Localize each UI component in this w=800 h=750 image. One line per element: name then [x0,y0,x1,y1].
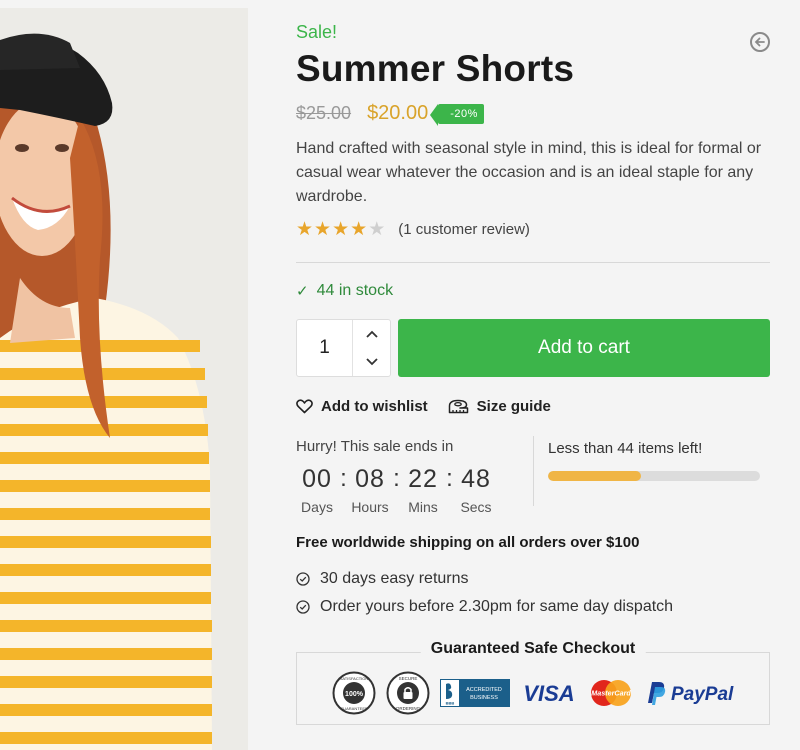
check-circle-icon [296,600,310,614]
secure-ordering-badge: SECURE ORDERING [386,671,430,715]
size-guide-label: Size guide [476,398,551,415]
perk-returns-text: 30 days easy returns [320,570,469,587]
star-filled-icon: ★ [314,219,332,240]
countdown-days-caption: Days [301,499,333,515]
payment-badges: 100% SATISFACTION GUARANTEED SECURE ORDE… [332,671,744,715]
price-row: $25.00 $20.00 -20% [296,102,484,126]
countdown-separator: : [393,465,400,492]
product-image[interactable] [0,8,248,750]
paypal-logo: PayPal [648,682,734,705]
secure-bottom-text: ORDERING [396,706,421,711]
star-empty-icon: ★ [368,219,386,240]
countdown-mins: 22 Mins [402,465,444,515]
safe-checkout-title: Guaranteed Safe Checkout [420,640,646,658]
countdown-hours-value: 08 [355,465,385,493]
star-filled-icon: ★ [296,219,314,240]
wishlist-button[interactable]: Add to wishlist [296,398,428,415]
chevron-up-icon [366,330,378,338]
star-filled-icon: ★ [332,219,350,240]
bbb-line2-text: BUSINESS [470,695,498,701]
check-circle-icon [296,572,310,586]
countdown-separator: : [340,465,347,492]
vertical-divider [533,436,534,506]
bbb-accredited-badge: BBB ACCREDITED BUSINESS [440,679,510,707]
countdown-secs-value: 48 [461,465,491,493]
original-price: $25.00 [296,103,352,123]
stock-meter-fill [548,471,642,481]
stock-status: ✓ 44 in stock [296,282,393,300]
satisfaction-bottom-text: GUARANTEED [340,706,368,711]
countdown-hours: 08 Hours [349,465,391,515]
stock-text: 44 in stock [316,282,394,299]
stock-meter-track [548,471,760,481]
countdown-mins-caption: Mins [408,499,438,515]
satisfaction-top-text: SATISFACTION [340,676,369,681]
stock-meter: Less than 44 items left! [548,440,760,481]
quantity-increase-button[interactable] [353,320,391,348]
stock-meter-label: Less than 44 items left! [548,440,703,457]
mastercard-text: MasterCard [591,689,631,698]
check-icon: ✓ [296,283,309,300]
heart-icon [296,399,313,414]
mastercard-logo: MasterCard [591,680,631,706]
visa-logo: VISA [523,681,574,706]
countdown-secs-caption: Secs [460,499,492,515]
bbb-mark-text: BBB [446,701,455,706]
back-button[interactable] [750,32,770,52]
discount-badge: -20% [430,103,484,126]
sale-price: $20.00 [367,102,429,124]
sale-countdown: Hurry! This sale ends in 00 Days : 08 Ho… [296,438,534,515]
size-guide-button[interactable]: Size guide [448,398,551,415]
countdown-secs: 48 Secs [455,465,497,515]
countdown-separator: : [446,465,453,492]
countdown-hours-caption: Hours [351,499,389,515]
star-rating: ★★★★★ [296,220,386,239]
arrow-left-icon [754,37,765,47]
countdown-mins-value: 22 [408,465,438,493]
star-filled-icon: ★ [350,219,368,240]
satisfaction-center-text: 100% [345,691,364,698]
quantity-arrows [352,320,390,376]
secure-top-text: SECURE [399,676,418,681]
review-link[interactable]: (1 customer review) [398,221,530,238]
rating-row: ★★★★★ (1 customer review) [296,220,530,239]
shipping-title: Free worldwide shipping on all orders ov… [296,534,640,551]
perk-dispatch: Order yours before 2.30pm for same day d… [296,598,673,616]
sale-label: Sale! [296,22,338,42]
wishlist-label: Add to wishlist [321,398,428,415]
add-to-cart-button[interactable]: Add to cart [398,319,770,377]
chevron-down-icon [366,358,378,366]
paypal-text: PayPal [671,684,734,705]
quantity-stepper [296,319,391,377]
satisfaction-guaranteed-badge: 100% SATISFACTION GUARANTEED [332,671,376,715]
product-description: Hand crafted with seasonal style in mind… [296,140,762,205]
safe-checkout: Guaranteed Safe Checkout 100% SATISFACTI… [296,640,770,725]
countdown-days-value: 00 [302,465,332,493]
quantity-input[interactable] [297,320,352,376]
countdown-label: Hurry! This sale ends in [296,438,454,455]
countdown-timer: 00 Days : 08 Hours : 22 Mins : 48 Secs [296,465,534,515]
product-actions: Add to wishlist Size guide [296,398,551,415]
countdown-days: 00 Days [296,465,338,515]
visa-text: VISA [523,681,574,706]
ruler-icon [448,399,468,414]
product-title: Summer Shorts [296,48,575,89]
perk-dispatch-text: Order yours before 2.30pm for same day d… [320,598,674,615]
bbb-line1-text: ACCREDITED [466,687,502,693]
divider [296,262,770,263]
quantity-decrease-button[interactable] [353,348,391,376]
perk-returns: 30 days easy returns [296,570,469,588]
product-photo [0,8,248,750]
